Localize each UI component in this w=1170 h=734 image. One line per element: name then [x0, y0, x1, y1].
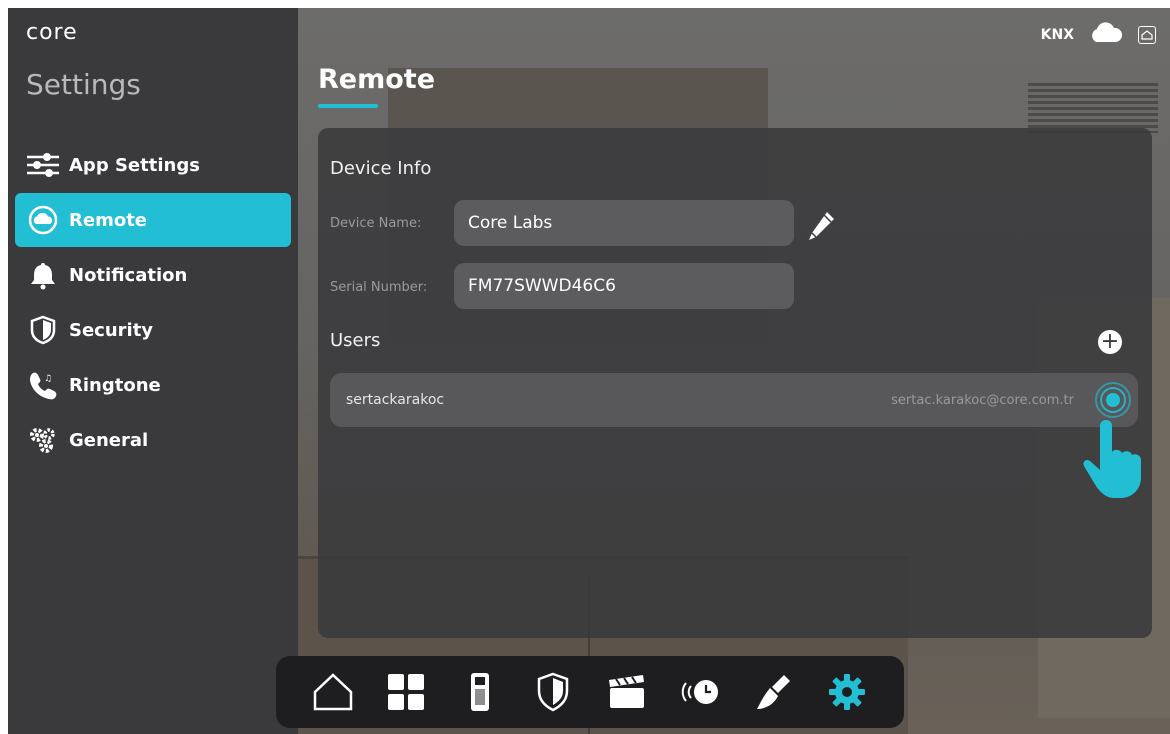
user-row[interactable]: sertackarakoc sertac.karakoc@core.com.tr	[330, 373, 1138, 427]
sidebar-item-label: Ringtone	[69, 374, 161, 396]
sidebar-item-label: Security	[69, 319, 154, 341]
device-info-title: Device Info	[330, 158, 432, 179]
knx-status: KNX	[1040, 27, 1074, 43]
sidebar-title: Settings	[26, 68, 141, 101]
settings-gear-icon	[829, 674, 866, 710]
screen: core Settings App Settings Remote Notifi…	[8, 8, 1170, 734]
sidebar-item-security[interactable]: Security	[15, 303, 291, 357]
gears-icon	[25, 424, 61, 456]
sidebar-item-notification[interactable]: Notification	[15, 248, 291, 302]
dock-security-button[interactable]	[528, 667, 578, 717]
edit-device-name-button[interactable]	[802, 204, 842, 248]
user-username: sertackarakoc	[346, 392, 445, 408]
users-title: Users	[330, 330, 381, 351]
pencil-icon	[809, 212, 834, 240]
remote-panel: Device Info Device Name: Core Labs Seria…	[318, 128, 1152, 638]
app-logo: core	[26, 20, 78, 45]
dock-scenes-button[interactable]	[602, 667, 652, 717]
dock-timer-button[interactable]	[675, 667, 725, 717]
dock-intercom-button[interactable]	[455, 667, 505, 717]
shield-icon	[538, 672, 569, 712]
cloud-icon	[1088, 22, 1124, 48]
device-name-label: Device Name:	[330, 216, 422, 231]
bell-icon	[25, 259, 61, 291]
dock-home-button[interactable]	[308, 667, 358, 717]
home-box-icon[interactable]	[1138, 26, 1156, 44]
device-name-field[interactable]: Core Labs	[454, 200, 794, 246]
sidebar-item-ringtone[interactable]: ♫ Ringtone	[15, 358, 291, 412]
sidebar-item-remote[interactable]: Remote	[15, 193, 291, 247]
dock-grid-button[interactable]	[381, 667, 431, 717]
phone-music-icon: ♫	[25, 369, 61, 401]
status-bar: KNX	[1041, 22, 1156, 48]
plus-icon: +	[1100, 329, 1120, 354]
sliders-icon	[25, 149, 61, 181]
page-title: Remote	[318, 64, 436, 95]
serial-number-label: Serial Number:	[330, 280, 428, 295]
svg-text:♫: ♫	[44, 374, 52, 384]
serial-number-field: FM77SWWD46C6	[454, 263, 794, 309]
grid-icon	[388, 674, 425, 710]
settings-menu: App Settings Remote Notification Securit…	[15, 138, 291, 468]
add-user-button[interactable]: +	[1098, 330, 1122, 354]
scene-clapper-icon	[608, 675, 644, 708]
sidebar-item-app-settings[interactable]: App Settings	[15, 138, 291, 192]
sidebar-item-general[interactable]: General	[15, 413, 291, 467]
sidebar-item-label: General	[69, 429, 149, 451]
sidebar-item-label: App Settings	[69, 154, 200, 176]
home-icon	[313, 673, 352, 711]
dock-settings-button[interactable]	[822, 667, 872, 717]
cloud-icon	[25, 204, 61, 236]
sidebar-item-label: Notification	[69, 264, 188, 286]
cleaning-icon	[756, 675, 790, 709]
dock-cleaning-button[interactable]	[749, 667, 799, 717]
user-email: sertac.karakoc@core.com.tr	[891, 392, 1074, 408]
bottom-dock	[276, 656, 904, 728]
sidebar: core Settings App Settings Remote Notifi…	[8, 8, 298, 734]
background-vent	[1028, 83, 1158, 133]
timer-icon	[682, 680, 719, 704]
intercom-icon	[470, 673, 489, 711]
tap-hand-icon	[1076, 410, 1148, 500]
sidebar-item-label: Remote	[69, 209, 148, 231]
page-title-underline	[318, 104, 378, 108]
shield-icon	[25, 314, 61, 346]
